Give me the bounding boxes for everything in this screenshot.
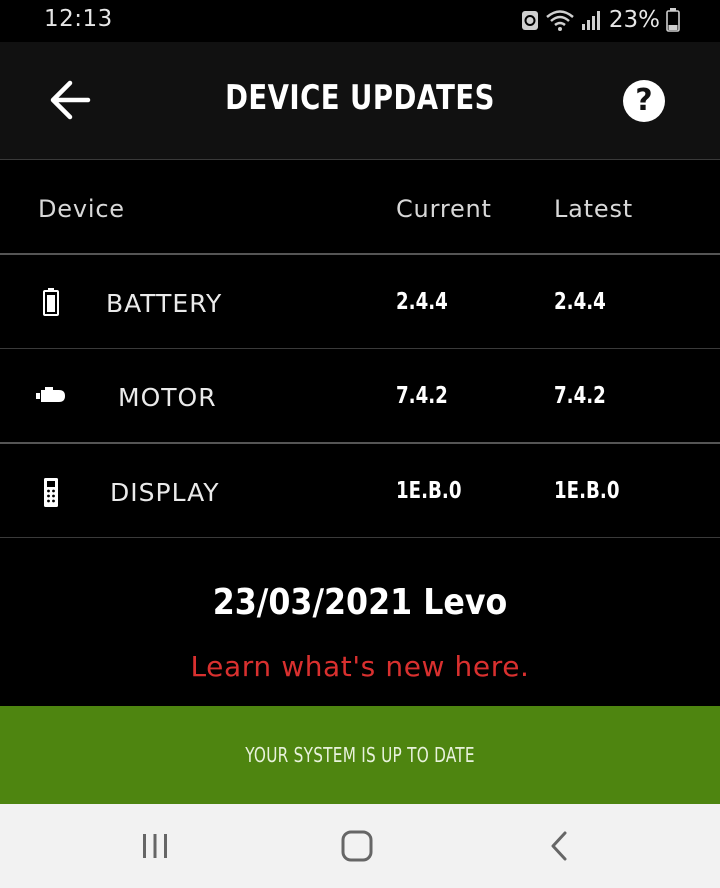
page-title: DEVICE UPDATES (225, 78, 495, 118)
device-name: DISPLAY (110, 478, 220, 507)
status-bar: 12:13 23% (0, 0, 720, 42)
divider (0, 537, 720, 538)
battery-percent: 23% (608, 7, 660, 33)
current-version: 1E.B.0 (396, 478, 462, 504)
recent-apps-icon (143, 834, 167, 858)
table-header: Device Current Latest (0, 160, 720, 254)
home-button[interactable] (334, 826, 380, 866)
table-row-battery: BATTERY 2.4.4 2.4.4 (0, 255, 720, 349)
latest-version: 2.4.4 (554, 289, 606, 315)
current-version: 2.4.4 (396, 289, 448, 315)
battery-icon (34, 287, 68, 317)
column-header-device: Device (38, 195, 125, 223)
release-title: 23/03/2021 Levo (212, 582, 508, 623)
device-name: BATTERY (106, 289, 223, 318)
system-nav-bar (0, 804, 720, 888)
help-button[interactable]: ? (623, 80, 665, 122)
status-battery-icon (666, 8, 680, 32)
chevron-left-icon (551, 831, 567, 861)
status-icons: 23% (521, 7, 680, 33)
recent-apps-button[interactable] (132, 826, 178, 866)
device-name: MOTOR (118, 383, 217, 412)
display-icon (34, 476, 68, 507)
signal-icon (581, 11, 600, 30)
column-header-current: Current (396, 195, 492, 223)
status-banner: YOUR SYSTEM IS UP TO DATE (0, 706, 720, 804)
sync-icon (521, 11, 538, 30)
current-version: 7.4.2 (396, 383, 448, 409)
app-bar: DEVICE UPDATES ? (0, 42, 720, 159)
motor-icon (34, 381, 68, 411)
home-icon (341, 830, 373, 862)
table-row-display: DISPLAY 1E.B.0 1E.B.0 (0, 444, 720, 538)
status-time: 12:13 (44, 6, 113, 32)
latest-version: 1E.B.0 (554, 478, 620, 504)
status-banner-text: YOUR SYSTEM IS UP TO DATE (245, 743, 475, 767)
latest-version: 7.4.2 (554, 383, 606, 409)
learn-more-link[interactable]: Learn what's new here. (0, 650, 720, 683)
wifi-icon (546, 10, 574, 31)
column-header-latest: Latest (554, 195, 633, 223)
back-nav-button[interactable] (536, 826, 582, 866)
table-row-motor: MOTOR 7.4.2 7.4.2 (0, 349, 720, 443)
